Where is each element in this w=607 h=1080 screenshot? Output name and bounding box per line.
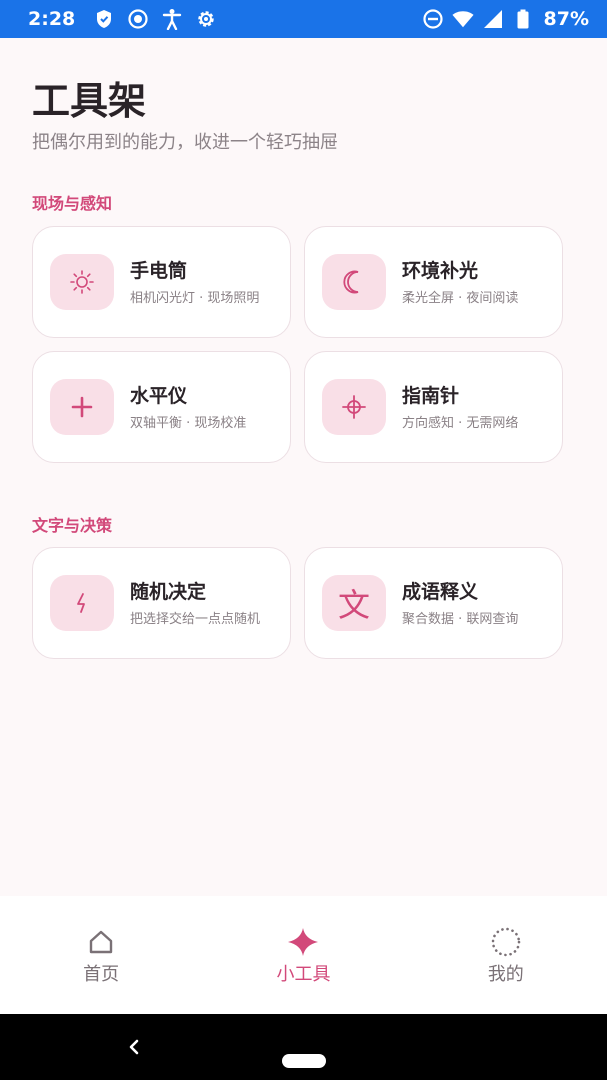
tool-title: 水平仪 bbox=[130, 385, 188, 407]
tool-card-level[interactable]: 水平仪 双轴平衡 · 现场校准 bbox=[32, 351, 291, 463]
home-icon bbox=[85, 926, 117, 958]
section-title-text-decision: 文字与决策 bbox=[32, 516, 113, 535]
wen-character-icon: 文 bbox=[322, 575, 386, 631]
status-time: 2:28 bbox=[28, 8, 76, 30]
plus-icon bbox=[50, 379, 114, 435]
tool-description: 相机闪光灯 · 现场照明 bbox=[130, 291, 260, 306]
nav-item-home[interactable]: 首页 bbox=[41, 926, 161, 986]
tool-card-compass[interactable]: 指南针 方向感知 · 无需网络 bbox=[304, 351, 563, 463]
section-title-perception: 现场与感知 bbox=[32, 194, 113, 213]
battery-percentage: 87% bbox=[543, 8, 589, 30]
tool-description: 双轴平衡 · 现场校准 bbox=[130, 416, 247, 431]
nav-item-profile[interactable]: 我的 bbox=[446, 926, 566, 986]
tool-description: 聚合数据 · 联网查询 bbox=[402, 612, 519, 627]
tool-title: 成语释义 bbox=[402, 581, 479, 603]
page-subtitle: 把偶尔用到的能力，收进一个轻巧抽屉 bbox=[32, 132, 338, 153]
wen-glyph: 文 bbox=[337, 586, 370, 624]
record-icon bbox=[127, 8, 149, 30]
moon-icon bbox=[322, 254, 386, 310]
tool-title: 环境补光 bbox=[402, 260, 479, 282]
sparkle-icon bbox=[287, 926, 319, 958]
home-pill-button[interactable] bbox=[282, 1054, 326, 1068]
nav-label: 我的 bbox=[487, 964, 524, 985]
back-chevron-icon[interactable] bbox=[124, 1036, 146, 1058]
profile-dots-icon bbox=[490, 926, 522, 958]
wifi-icon bbox=[451, 8, 474, 30]
signal-icon bbox=[482, 8, 504, 30]
crosshair-icon bbox=[322, 379, 386, 435]
lightning-icon bbox=[50, 575, 114, 631]
tool-card-flashlight[interactable]: 手电筒 相机闪光灯 · 现场照明 bbox=[32, 226, 291, 338]
tool-card-random-decision[interactable]: 随机决定 把选择交给一点点随机 bbox=[32, 547, 291, 659]
tool-description: 方向感知 · 无需网络 bbox=[402, 416, 519, 431]
nav-label: 首页 bbox=[83, 964, 120, 985]
tool-title: 指南针 bbox=[402, 385, 460, 407]
battery-icon bbox=[512, 8, 534, 30]
tool-description: 把选择交给一点点随机 bbox=[130, 612, 261, 627]
tool-card-ambient-light[interactable]: 环境补光 柔光全屏 · 夜间阅读 bbox=[304, 226, 563, 338]
shield-icon bbox=[93, 8, 115, 30]
nav-item-tools[interactable]: 小工具 bbox=[243, 926, 363, 986]
settings-gear-icon bbox=[195, 8, 217, 30]
accessibility-icon bbox=[161, 8, 183, 30]
system-navigation-bar bbox=[0, 1014, 607, 1080]
page-title: 工具架 bbox=[32, 79, 147, 123]
main-content: 工具架 把偶尔用到的能力，收进一个轻巧抽屉 现场与感知 手电筒 相机闪光灯 · … bbox=[0, 38, 607, 896]
sun-icon bbox=[50, 254, 114, 310]
tool-title: 手电筒 bbox=[130, 260, 188, 282]
tool-description: 柔光全屏 · 夜间阅读 bbox=[402, 291, 519, 306]
status-bar: 2:28 87% bbox=[0, 0, 607, 38]
nav-label: 小工具 bbox=[276, 964, 331, 985]
bottom-navigation: 首页 小工具 我的 bbox=[0, 896, 607, 1014]
do-not-disturb-icon bbox=[422, 8, 444, 30]
tool-card-idiom-dictionary[interactable]: 文 成语释义 聚合数据 · 联网查询 bbox=[304, 547, 563, 659]
tool-title: 随机决定 bbox=[130, 581, 207, 603]
